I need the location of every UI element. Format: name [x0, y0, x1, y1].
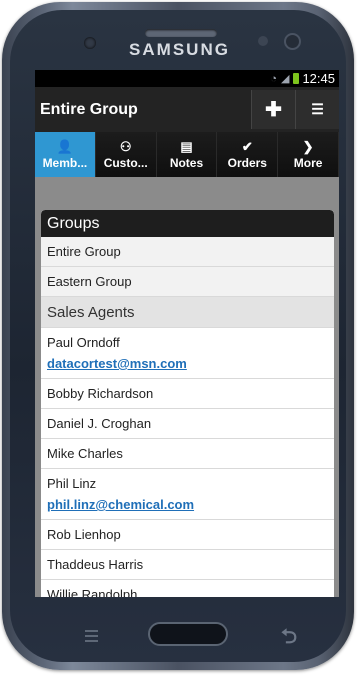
tab-label: Orders: [227, 155, 267, 170]
list-item[interactable]: Rob Lienhop: [41, 520, 334, 550]
tab-more[interactable]: ❯ More: [278, 132, 339, 177]
notes-icon: ▤: [180, 138, 193, 154]
chevron-right-icon: ❯: [302, 138, 314, 154]
member-name: Paul Orndoff: [47, 335, 120, 350]
tab-label: Custo...: [103, 155, 148, 170]
back-icon[interactable]: ⮌: [281, 622, 297, 656]
tab-orders[interactable]: ✔ Orders: [217, 132, 279, 177]
section-header: Sales Agents: [41, 297, 334, 328]
list-item[interactable]: Thaddeus Harris: [41, 550, 334, 580]
earpiece-speaker: [145, 29, 217, 37]
member-name: Phil Linz: [47, 476, 97, 491]
home-button[interactable]: [148, 622, 228, 646]
menu-key-icon[interactable]: [85, 630, 98, 642]
member-email-link[interactable]: datacortest@msn.com: [47, 356, 187, 371]
groups-panel: Groups Entire Group Eastern Group Sales …: [41, 210, 334, 597]
signal-icon: ◢: [280, 73, 290, 85]
hardware-navbar: ⮌: [45, 616, 317, 656]
check-icon: ✔: [241, 138, 253, 154]
tab-customers[interactable]: ⚇ Custo...: [95, 132, 157, 177]
screen: ◔ ◢ 12:45 Entire Group ✚ ☰ 👤 Memb... ⚇ C…: [35, 70, 339, 597]
panel-title: Groups: [41, 210, 334, 237]
group-item-eastern[interactable]: Eastern Group: [41, 267, 334, 297]
status-bar: ◔ ◢ 12:45: [35, 70, 339, 87]
tab-members[interactable]: 👤 Memb...: [35, 132, 96, 177]
tab-notes[interactable]: ▤ Notes: [156, 132, 218, 177]
app-header: Entire Group ✚ ☰: [35, 87, 339, 132]
list-item[interactable]: Phil Linz phil.linz@chemical.com: [41, 469, 334, 520]
member-email-link[interactable]: phil.linz@chemical.com: [47, 497, 194, 512]
tab-label: Notes: [169, 155, 204, 170]
list-button[interactable]: ☰: [295, 90, 339, 129]
list-icon: ☰: [311, 101, 324, 117]
tab-bar: 👤 Memb... ⚇ Custo... ▤ Notes ✔ Orders ❯ …: [35, 132, 339, 177]
list-item[interactable]: Paul Orndoff datacortest@msn.com: [41, 328, 334, 379]
group-item-entire[interactable]: Entire Group: [41, 237, 334, 267]
page-title: Entire Group: [40, 100, 138, 118]
brand-logo: SAMSUNG: [129, 40, 230, 59]
person-icon: 👤: [56, 138, 73, 154]
wifi-icon: ◔: [270, 72, 277, 85]
people-icon: ⚇: [119, 138, 132, 154]
battery-icon: [293, 73, 300, 84]
list-item[interactable]: Bobby Richardson: [41, 379, 334, 409]
status-time: 12:45: [302, 71, 335, 86]
add-button[interactable]: ✚: [251, 90, 295, 129]
tab-label: Memb...: [42, 155, 88, 170]
list-item[interactable]: Daniel J. Croghan: [41, 409, 334, 439]
tab-label: More: [293, 155, 323, 170]
plus-icon: ✚: [265, 99, 282, 121]
list-item[interactable]: Mike Charles: [41, 439, 334, 469]
list-item[interactable]: Willie Randolph: [41, 580, 334, 597]
